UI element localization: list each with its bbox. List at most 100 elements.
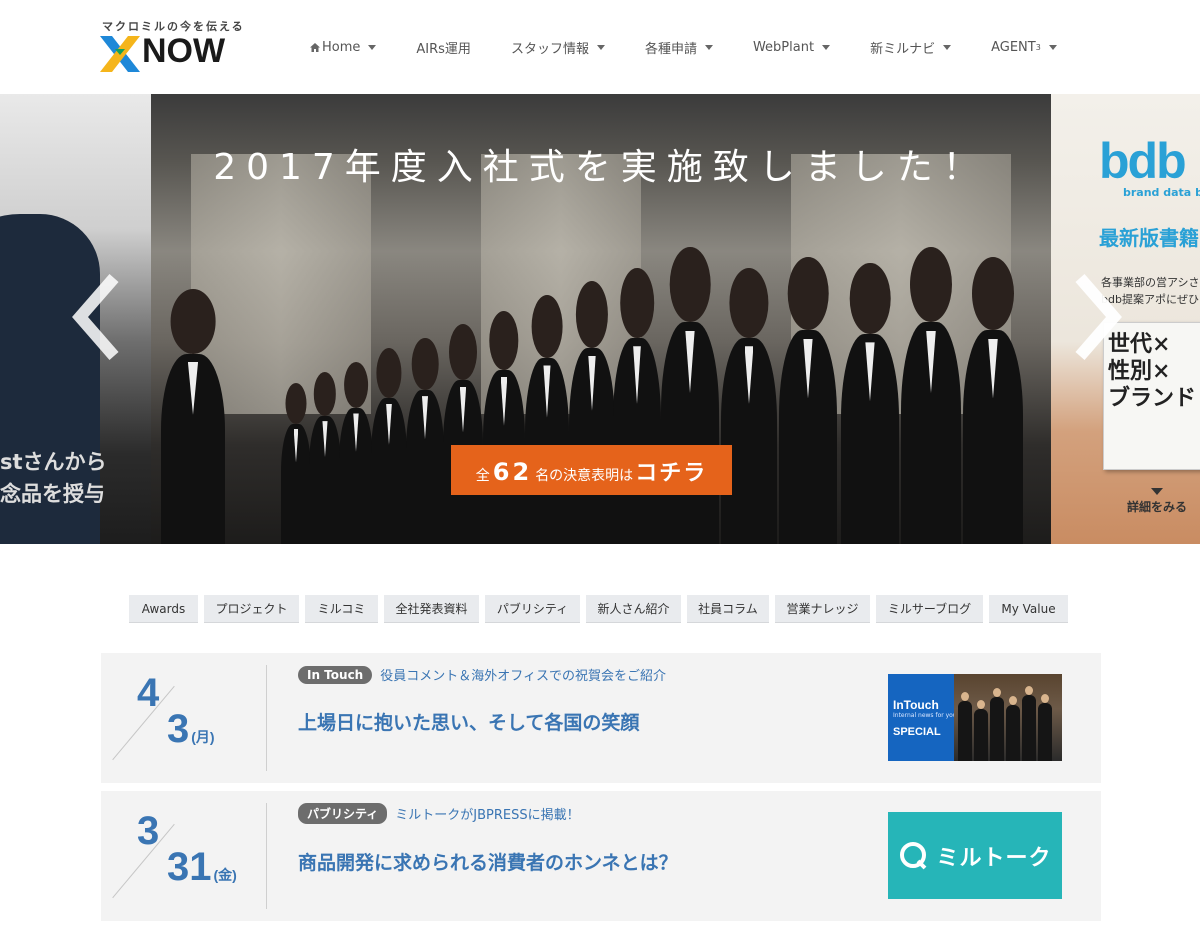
photo-figure <box>1022 686 1036 761</box>
news-body: パブリシティ ミルトークがJBPRESSに掲載！ 商品開発に求められる消費者のホ… <box>298 803 868 875</box>
divider <box>266 803 267 909</box>
photo-figure <box>1006 696 1020 761</box>
home-icon <box>310 42 320 52</box>
slide-prev-caption-line: 念品を授与 <box>0 482 105 506</box>
news-body: In Touch 役員コメント＆海外オフィスでの祝賀会をご紹介 上場日に抱いた思… <box>298 665 868 735</box>
date-day-number: 3 <box>167 707 190 751</box>
nav-label: WebPlant <box>752 39 815 55</box>
date-day: 31 (金) <box>167 845 237 890</box>
nav-label: 各種申請 <box>644 41 697 57</box>
slider-next-arrow[interactable] <box>1072 272 1122 362</box>
category-project[interactable]: プロジェクト <box>204 595 299 623</box>
category-awards[interactable]: Awards <box>129 595 198 623</box>
slider-prev-arrow[interactable] <box>72 272 122 362</box>
chevron-left-icon <box>72 274 119 360</box>
nav-webplant[interactable]: WebPlant <box>733 40 850 55</box>
thumbnail-photo <box>954 674 1062 761</box>
photo-figure <box>974 700 988 761</box>
news-thumbnail[interactable]: ミルトーク <box>888 812 1062 899</box>
slide-prev-caption-line: stさんから <box>0 450 107 474</box>
cta-button[interactable]: 全 62 名の決意表明は コチラ <box>451 445 732 495</box>
chevron-down-icon <box>822 44 831 50</box>
nav-label: 新ミルナビ <box>870 41 936 57</box>
category-sales-knowledge[interactable]: 営業ナレッジ <box>775 595 870 623</box>
nav-label: AGENT <box>991 39 1036 55</box>
crowd-figure <box>901 322 961 544</box>
category-company-materials[interactable]: 全社発表資料 <box>384 595 479 623</box>
x-logo-icon <box>100 36 140 72</box>
chevron-down-icon <box>1048 44 1057 50</box>
category-my-value[interactable]: My Value <box>989 595 1068 623</box>
bdb-logo-sub: brand data bank <box>1123 186 1200 199</box>
chevron-down-icon <box>704 44 713 50</box>
crowd-figure <box>779 330 837 544</box>
thumbnail-label: SPECIAL <box>893 726 941 738</box>
nav-milnavi[interactable]: 新ミルナビ <box>850 38 971 57</box>
slide-prev-caption: stさんから 念品を授与 <box>0 446 107 510</box>
chevron-down-icon <box>368 44 377 50</box>
hero-slider: stさんから 念品を授与 2017年度入社式を実施致しました！ 全 62 名の決… <box>0 94 1200 544</box>
category-milser-blog[interactable]: ミルサーブログ <box>876 595 983 623</box>
crowd-figure <box>841 334 899 544</box>
nav-sup: 3 <box>1035 42 1041 52</box>
thumbnail-brand: InTouch <box>893 698 939 712</box>
divider <box>266 665 267 771</box>
category-staff-column[interactable]: 社員コラム <box>687 595 769 623</box>
chevron-down-icon <box>943 44 952 50</box>
news-title[interactable]: 上場日に抱いた思い、そして各国の笑顔 <box>298 708 868 735</box>
category-publicity[interactable]: パブリシティ <box>485 595 580 623</box>
news-meta: パブリシティ ミルトークがJBPRESSに掲載！ <box>298 803 868 824</box>
nav-label: スタッフ情報 <box>510 41 589 57</box>
nav-agent3[interactable]: AGENT 3 <box>971 40 1077 55</box>
slide-title: 2017年度入社式を実施致しました！ <box>213 147 989 188</box>
news-thumbnail[interactable]: InTouch Internal news for you SPECIAL <box>888 674 1062 761</box>
date-day-number: 31 <box>167 845 212 889</box>
category-badge[interactable]: In Touch <box>298 665 373 684</box>
nav-label: AIRs運用 <box>416 41 471 57</box>
cta-middle: 名の決意表明は <box>535 468 634 484</box>
logo-text: NOW <box>142 32 226 70</box>
nav-staff-info[interactable]: スタッフ情報 <box>491 38 625 57</box>
news-item[interactable]: 3 31 (金) パブリシティ ミルトークがJBPRESSに掲載！ 商品開発に求め… <box>101 791 1101 921</box>
news-subtitle[interactable]: 役員コメント＆海外オフィスでの祝賀会をご紹介 <box>380 665 666 684</box>
news-meta: In Touch 役員コメント＆海外オフィスでの祝賀会をご紹介 <box>298 665 868 684</box>
main-nav: Home AIRs運用 スタッフ情報 各種申請 WebPlant 新ミルナビ A… <box>290 0 1077 94</box>
news-item[interactable]: 4 3 (月) In Touch 役員コメント＆海外オフィスでの祝賀会をご紹介 上… <box>101 653 1101 783</box>
bdb-logo: bdb <box>1099 133 1187 189</box>
news-subtitle[interactable]: ミルトークがJBPRESSに掲載！ <box>395 804 579 823</box>
nav-home[interactable]: Home <box>290 40 396 55</box>
news-date: 3 31 (金) <box>101 791 266 921</box>
speech-bubble-icon <box>900 841 927 869</box>
photo-crowd <box>161 274 1051 544</box>
photo-figure <box>1038 694 1052 761</box>
category-milcomi[interactable]: ミルコミ <box>305 595 378 623</box>
chevron-down-icon <box>596 44 605 50</box>
cta-prefix: 全 <box>475 468 490 484</box>
more-link[interactable]: 詳細をみる <box>1127 488 1187 515</box>
crowd-figure <box>661 322 719 544</box>
news-title[interactable]: 商品開発に求められる消費者のホンネとは？ <box>298 848 868 875</box>
date-month: 3 <box>137 809 160 853</box>
site-logo[interactable]: マクロミルの今を伝える NOW <box>100 18 260 76</box>
site-header: マクロミルの今を伝える NOW Home AIRs運用 スタッフ情報 各種申請 <box>0 0 1200 94</box>
category-tabs: Awards プロジェクト ミルコミ 全社発表資料 パブリシティ 新人さん紹介 … <box>129 595 1068 623</box>
crowd-figure <box>371 398 407 544</box>
thumbnail-tagline: Internal news for you <box>893 712 957 719</box>
crowd-figure <box>613 338 661 544</box>
date-weekday: (金) <box>213 867 237 883</box>
crowd-figure <box>309 416 341 544</box>
triangle-down-icon <box>1151 488 1163 495</box>
nav-applications[interactable]: 各種申請 <box>625 38 733 57</box>
crowd-figure <box>963 330 1023 544</box>
slide-main[interactable]: 2017年度入社式を実施致しました！ 全 62 名の決意表明は コチラ <box>151 94 1051 544</box>
category-badge[interactable]: パブリシティ <box>298 803 388 824</box>
cta-number: 62 <box>492 458 533 486</box>
crowd-figure <box>281 424 311 544</box>
miltalk-logo-text: ミルトーク <box>936 845 1052 871</box>
photo-figure <box>990 688 1004 761</box>
speaker-figure <box>161 354 225 544</box>
crowd-figure <box>721 338 777 544</box>
news-date: 4 3 (月) <box>101 653 266 783</box>
category-newcomers[interactable]: 新人さん紹介 <box>586 595 681 623</box>
nav-airs[interactable]: AIRs運用 <box>396 38 491 57</box>
